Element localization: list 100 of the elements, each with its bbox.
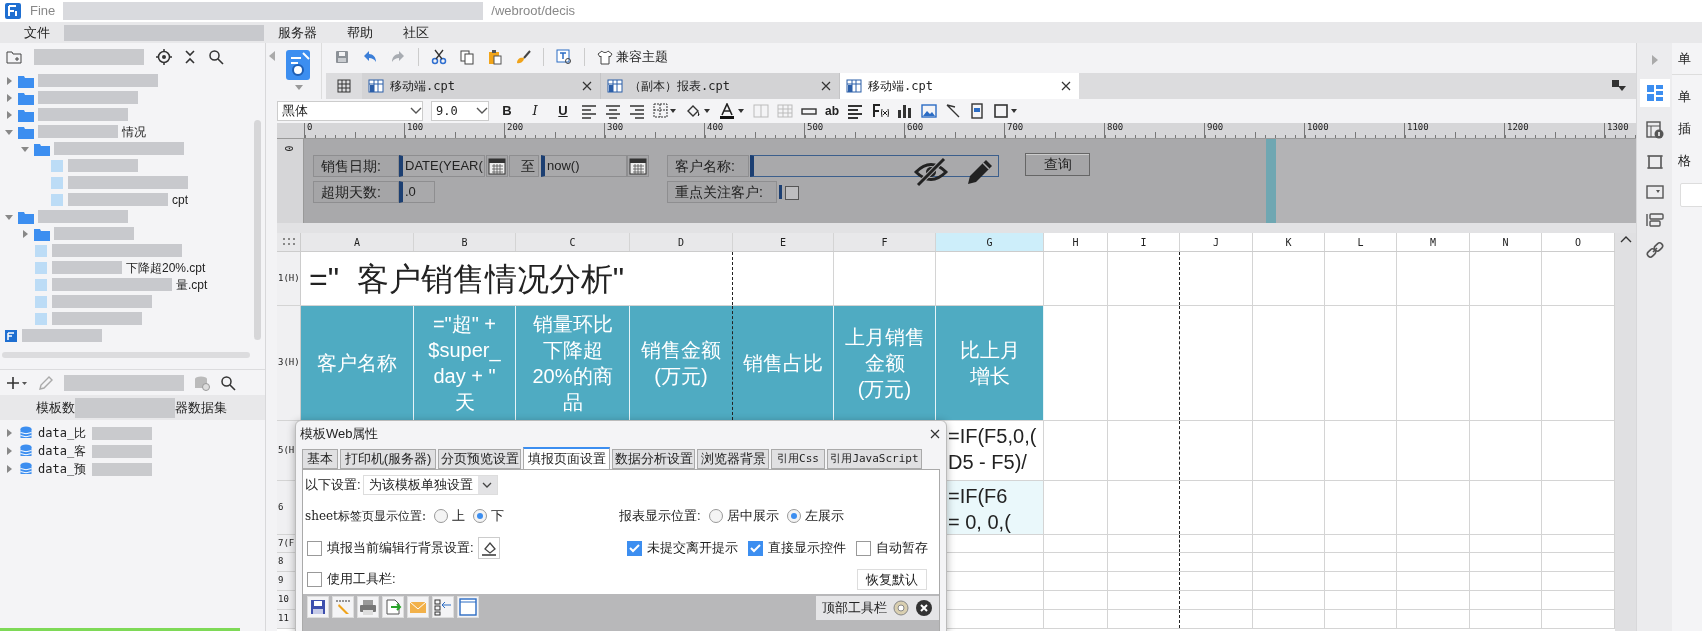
dialog-tab[interactable]: 引用Css	[771, 449, 825, 469]
dataset-item[interactable]: data_比	[38, 424, 87, 442]
dropdown-box-icon[interactable]	[1645, 185, 1664, 199]
row-header[interactable]: 1(H)	[277, 252, 301, 305]
add-sheet-icon[interactable]	[337, 78, 351, 94]
collapse-icon[interactable]	[184, 48, 196, 65]
menu-item[interactable]: 文件	[24, 22, 50, 43]
align-left-icon[interactable]	[581, 103, 597, 119]
column-header[interactable]: N	[1470, 233, 1542, 251]
pencil-icon[interactable]	[965, 157, 995, 187]
tab-menu-icon[interactable]	[1612, 80, 1626, 92]
column-header[interactable]: H	[1044, 233, 1108, 251]
boundary-marker[interactable]	[1266, 139, 1276, 223]
frame-icon[interactable]	[1645, 153, 1664, 171]
radio-button[interactable]	[786, 509, 801, 523]
sub-report-icon[interactable]	[969, 103, 985, 119]
hidden-eye-icon[interactable]	[914, 157, 948, 187]
menu-item[interactable]: 社区	[403, 22, 429, 43]
vertical-scrollbar[interactable]	[1615, 233, 1636, 631]
text-lines-icon[interactable]	[847, 103, 863, 119]
new-folder-icon[interactable]	[6, 48, 22, 65]
frame-icon[interactable]	[993, 103, 1019, 119]
dialog-tab[interactable]: 基本	[302, 449, 338, 469]
radio-button[interactable]	[472, 509, 487, 523]
radio-button[interactable]	[433, 509, 448, 523]
slash-icon[interactable]	[945, 103, 961, 119]
tree-item-label[interactable]: 量.cpt	[176, 275, 208, 294]
checkbox[interactable]	[748, 540, 763, 556]
calendar-button[interactable]	[627, 155, 649, 177]
dialog-tab[interactable]: 分页预览设置	[438, 449, 521, 469]
column-header[interactable]: K	[1253, 233, 1325, 251]
tree-item-label[interactable]: 下降超20%.cpt	[126, 258, 206, 277]
font-size-dropdown[interactable]: 9.0	[431, 101, 489, 121]
scrollbar-thumb[interactable]	[2, 352, 250, 358]
file-tab[interactable]: （副本）报表.cpt	[601, 73, 840, 99]
font-dropdown[interactable]: 黑体	[277, 101, 423, 121]
select-all-icon[interactable]	[282, 238, 295, 246]
dialog-tab[interactable]: 引用JavaScript	[827, 449, 922, 469]
dataset-tab[interactable]: 器数据集	[175, 397, 227, 418]
scrollbar-thumb[interactable]	[254, 120, 261, 340]
date-field[interactable]: DATE(YEAR(	[399, 155, 485, 177]
number-field[interactable]: .0	[399, 181, 435, 203]
checkbox[interactable]	[785, 186, 799, 200]
dataset-item[interactable]: data_客	[38, 442, 87, 460]
file-tab[interactable]: 移动端.cpt	[362, 73, 601, 99]
bold-button[interactable]: B	[497, 101, 517, 121]
close-icon[interactable]	[928, 427, 942, 441]
image-icon[interactable]	[921, 103, 937, 119]
row-header[interactable]: 3(H)	[277, 306, 301, 420]
expand-arrow-icon[interactable]	[20, 228, 30, 239]
property-field[interactable]	[1680, 183, 1702, 207]
checkbox[interactable]	[856, 540, 871, 556]
theme-button[interactable]: 兼容主题	[597, 47, 668, 67]
font-color-icon[interactable]	[719, 103, 745, 119]
column-header[interactable]: L	[1325, 233, 1397, 251]
paste-icon[interactable]	[487, 49, 503, 65]
search-icon[interactable]	[208, 48, 224, 65]
cell-properties-tab[interactable]	[1639, 79, 1670, 107]
dialog-tab[interactable]: 打印机(服务器)	[340, 449, 436, 469]
settings-dropdown[interactable]: 为该模板单独设置	[362, 475, 498, 495]
merge-cells-icon[interactable]	[753, 103, 769, 119]
column-header[interactable]: I	[1108, 233, 1180, 251]
checkbox[interactable]	[627, 540, 642, 556]
underline-button[interactable]: U	[553, 101, 573, 121]
close-circle-icon[interactable]	[915, 599, 933, 617]
caret-icon[interactable]	[295, 85, 303, 90]
close-icon[interactable]	[819, 79, 833, 93]
tree-item-label[interactable]: cpt	[172, 190, 188, 209]
close-icon[interactable]	[580, 79, 594, 93]
preview-icon[interactable]	[556, 49, 572, 65]
column-header[interactable]: J	[1180, 233, 1253, 251]
brush-icon[interactable]	[515, 49, 531, 65]
column-header[interactable]: M	[1397, 233, 1470, 251]
dataset-tab[interactable]: 模板数	[36, 397, 75, 418]
formula-icon[interactable]	[871, 103, 889, 119]
tree-item-label[interactable]: 情况	[122, 122, 146, 141]
table-info-icon[interactable]	[1645, 121, 1664, 139]
menu-item[interactable]: 服务器	[278, 22, 317, 43]
dataset-item[interactable]: data_预	[38, 460, 87, 478]
dialog-tab[interactable]: 填报页面设置	[523, 447, 610, 469]
calendar-button[interactable]	[486, 155, 508, 177]
search-icon[interactable]	[220, 374, 236, 391]
reset-button[interactable]: 恢复默认	[857, 568, 927, 590]
bar-chart-icon[interactable]	[897, 103, 913, 119]
cut-icon[interactable]	[431, 49, 447, 65]
file-tab[interactable]: 移动端.cpt	[840, 73, 1079, 99]
text-tool[interactable]: ab	[825, 102, 839, 120]
expand-arrow-icon[interactable]	[4, 75, 14, 86]
expand-arrow-icon[interactable]	[4, 92, 14, 103]
text-field[interactable]	[750, 155, 999, 177]
add-dropdown-icon[interactable]	[6, 374, 28, 391]
radio-button[interactable]	[708, 509, 723, 523]
copy-icon[interactable]	[459, 49, 475, 65]
export-icon[interactable]	[384, 598, 402, 616]
close-icon[interactable]	[1059, 79, 1073, 93]
menu-item[interactable]: 帮助	[347, 22, 373, 43]
background-color-button[interactable]	[477, 537, 500, 559]
date-field[interactable]: now()	[541, 155, 627, 177]
fill-color-icon[interactable]	[685, 103, 711, 119]
save-icon[interactable]	[309, 598, 327, 616]
